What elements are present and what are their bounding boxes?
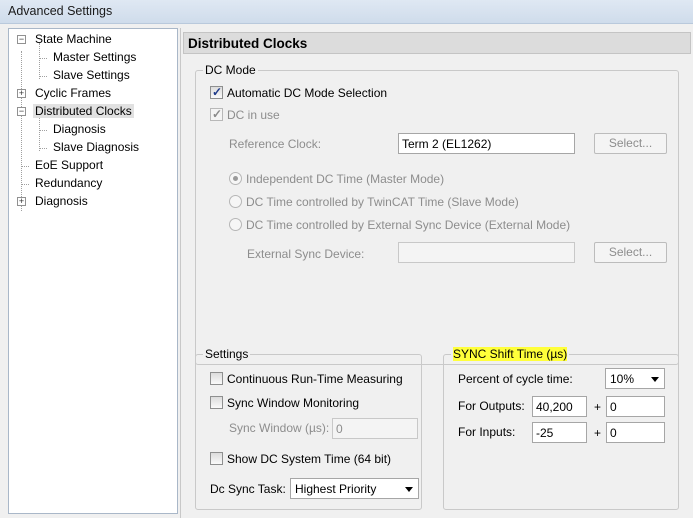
main-panel: Distributed Clocks DC Mode Automatic DC … — [180, 28, 691, 518]
tree-connector — [39, 115, 40, 151]
outputs-field[interactable]: 40,200 — [532, 396, 587, 417]
radio-twincat[interactable]: DC Time controlled by TwinCAT Time (Slav… — [229, 195, 519, 211]
checkbox-icon[interactable] — [210, 396, 223, 409]
checkbox-icon[interactable] — [210, 372, 223, 385]
tree-item-cyclic-frames[interactable]: Cyclic Frames — [33, 85, 113, 102]
radio-external[interactable]: DC Time controlled by External Sync Devi… — [229, 218, 570, 234]
window-title: Advanced Settings — [8, 4, 113, 18]
tree-connector — [40, 130, 47, 131]
tree-connector — [39, 43, 40, 79]
radio-independent[interactable]: Independent DC Time (Master Mode) — [229, 172, 444, 188]
external-sync-select-button[interactable]: Select... — [594, 242, 667, 263]
settings-legend: Settings — [203, 347, 251, 361]
percent-label: Percent of cycle time: — [458, 372, 573, 386]
checkbox-icon[interactable] — [210, 452, 223, 465]
checkbox-icon[interactable] — [210, 107, 223, 121]
tree-item-slave-settings[interactable]: Slave Settings — [51, 67, 132, 84]
external-sync-label: External Sync Device: — [247, 247, 365, 261]
settings-group: Settings Continuous Run-Time Measuring S… — [195, 347, 422, 510]
chevron-down-icon — [651, 377, 659, 382]
collapse-icon[interactable]: − — [17, 107, 26, 116]
inputs-label: For Inputs: — [458, 425, 516, 439]
sync-shift-legend: SYNC Shift Time (µs) — [451, 347, 570, 361]
reference-clock-select-button[interactable]: Select... — [594, 133, 667, 154]
radio-icon[interactable] — [229, 195, 242, 208]
dc-mode-legend: DC Mode — [203, 63, 258, 77]
external-sync-field[interactable] — [398, 242, 575, 263]
show-dc-system-time-checkbox[interactable]: Show DC System Time (64 bit) — [210, 452, 391, 468]
tree-item-master-settings[interactable]: Master Settings — [51, 49, 138, 66]
panel-header: Distributed Clocks — [183, 32, 691, 54]
outputs-label: For Outputs: — [458, 399, 525, 413]
tree-connector — [22, 184, 29, 185]
tree-item-distributed-clocks[interactable]: Distributed Clocks — [33, 103, 134, 120]
settings-tree[interactable]: − State Machine Master Settings Slave Se… — [8, 28, 178, 514]
expand-icon[interactable]: + — [17, 89, 26, 98]
sync-window-monitoring-checkbox[interactable]: Sync Window Monitoring — [210, 396, 359, 412]
tree-connector — [40, 76, 47, 77]
tree-item-state-machine[interactable]: State Machine — [33, 31, 114, 48]
outputs-offset-field[interactable]: 0 — [606, 396, 665, 417]
window-title-bar: Advanced Settings — [0, 0, 693, 24]
tree-connector — [40, 58, 47, 59]
sync-window-field[interactable]: 0 — [332, 418, 418, 439]
tree-item-slave-diagnosis[interactable]: Slave Diagnosis — [51, 139, 141, 156]
panel-title: Distributed Clocks — [188, 36, 308, 51]
tree-item-redundancy[interactable]: Redundancy — [33, 175, 104, 192]
tree-connector — [21, 51, 22, 211]
checkbox-icon[interactable] — [210, 85, 223, 99]
tree-item-eoe-support[interactable]: EoE Support — [33, 157, 105, 174]
dc-sync-task-select[interactable]: Highest Priority — [290, 478, 419, 499]
inputs-offset-field[interactable]: 0 — [606, 422, 665, 443]
plus-sign: + — [594, 426, 602, 440]
expand-icon[interactable]: + — [17, 197, 26, 206]
dc-sync-task-label: Dc Sync Task: — [210, 482, 286, 496]
sync-window-label: Sync Window (µs): — [229, 421, 330, 435]
reference-clock-label: Reference Clock: — [229, 137, 322, 151]
plus-sign: + — [594, 400, 602, 414]
chevron-down-icon — [405, 487, 413, 492]
dc-in-use-checkbox[interactable]: DC in use — [210, 107, 280, 124]
tree-item-diagnosis[interactable]: Diagnosis — [33, 193, 90, 210]
continuous-runtime-checkbox[interactable]: Continuous Run-Time Measuring — [210, 372, 403, 388]
sync-shift-group: SYNC Shift Time (µs) Percent of cycle ti… — [443, 347, 679, 510]
radio-icon[interactable] — [229, 172, 242, 185]
collapse-icon[interactable]: − — [17, 35, 26, 44]
tree-connector — [22, 166, 29, 167]
automatic-dc-mode-checkbox[interactable]: Automatic DC Mode Selection — [210, 85, 387, 102]
reference-clock-field[interactable]: Term 2 (EL1262) — [398, 133, 575, 154]
percent-select[interactable]: 10% — [605, 368, 665, 389]
inputs-field[interactable]: -25 — [532, 422, 587, 443]
tree-connector — [40, 148, 47, 149]
dc-mode-group: DC Mode Automatic DC Mode Selection DC i… — [195, 63, 679, 365]
radio-icon[interactable] — [229, 218, 242, 231]
tree-item-diagnosis-child[interactable]: Diagnosis — [51, 121, 108, 138]
